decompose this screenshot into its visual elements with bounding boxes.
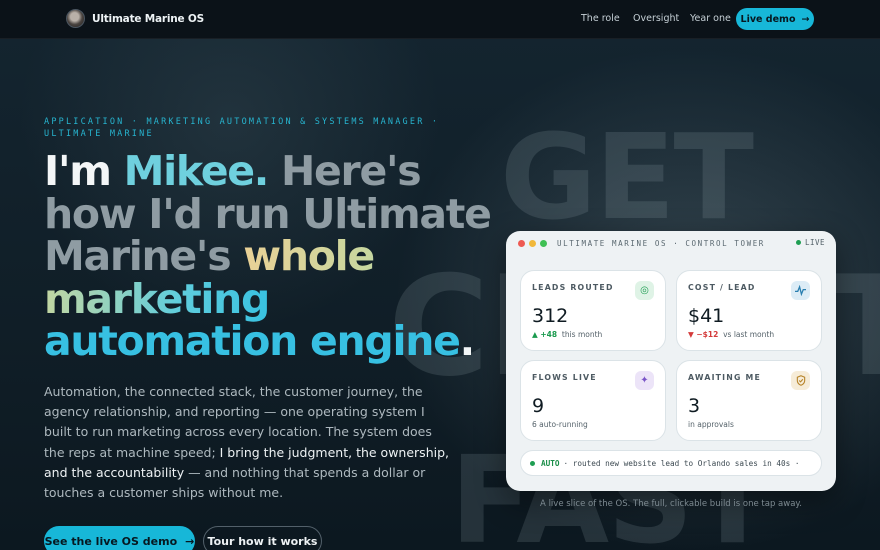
metric-flows-live[interactable]: FLOWS LIVE ✦ 9 6 auto-running	[520, 360, 666, 441]
headline-gradient-2: automation engine	[44, 317, 461, 365]
tour-how-it-works-label: Tour how it works	[207, 534, 318, 548]
top-nav: Ultimate Marine OS The role Oversight Ye…	[0, 0, 880, 39]
control-tower-card: ULTIMATE MARINE OS · CONTROL TOWER LIVE …	[506, 231, 836, 491]
metric-sub: ▲ +48 this month	[532, 330, 602, 339]
pulse-icon	[791, 281, 810, 300]
metric-label: AWAITING ME	[688, 373, 762, 382]
card-title: ULTIMATE MARINE OS · CONTROL TOWER	[557, 239, 765, 248]
ticker-text: · routed new website lead to Orlando sal…	[563, 458, 800, 468]
see-live-demo-label: See the live OS demo	[44, 534, 178, 548]
close-dot-icon	[518, 240, 525, 247]
live-indicator: LIVE	[795, 238, 825, 247]
live-dot-icon	[795, 240, 801, 245]
metric-sub: ▼ −$12 vs last month	[688, 330, 774, 339]
metric-note: vs last month	[723, 330, 775, 339]
sparkle-icon: ✦	[635, 371, 654, 390]
metric-label: COST / LEAD	[688, 283, 756, 292]
nav-link-the-role[interactable]: The role	[581, 13, 620, 24]
metric-label: FLOWS LIVE	[532, 373, 597, 382]
hero-headline: I'm Mikee. Here's how I'd run Ultimate M…	[44, 150, 504, 363]
nav-link-oversight[interactable]: Oversight	[633, 13, 679, 24]
live-demo-button[interactable]: Live demo →	[736, 8, 814, 30]
metric-value: $41	[688, 305, 725, 327]
avatar	[66, 9, 85, 28]
metric-leads-routed[interactable]: LEADS ROUTED ◎ 312 ▲ +48 this month	[520, 270, 666, 351]
metric-cost-per-lead[interactable]: COST / LEAD $41 ▼ −$12 vs last month	[676, 270, 822, 351]
metric-value: 3	[688, 395, 701, 417]
metric-value: 9	[532, 395, 545, 417]
arrow-right-icon: →	[185, 534, 195, 548]
metric-note: this month	[561, 330, 603, 339]
hero-body: Automation, the connected stack, the cus…	[44, 382, 449, 503]
metric-delta: ▼ −$12	[688, 330, 719, 339]
arrow-right-icon: →	[801, 13, 810, 25]
headline-period: .	[459, 317, 476, 365]
metric-note: 6 auto-running	[532, 420, 588, 429]
brand-name: Ultimate Marine OS	[92, 12, 205, 25]
background-word-get: GET	[500, 108, 754, 246]
see-live-demo-button[interactable]: See the live OS demo →	[44, 526, 195, 550]
status-dot-icon	[530, 460, 535, 466]
tour-how-it-works-button[interactable]: Tour how it works	[203, 526, 322, 550]
headline-intro: I'm	[44, 147, 124, 195]
metric-note: in approvals	[688, 420, 734, 429]
live-demo-label: Live demo	[740, 13, 796, 25]
metric-delta: ▲ +48	[532, 330, 558, 339]
nav-link-year-one[interactable]: Year one	[690, 13, 731, 24]
metric-label: LEADS ROUTED	[532, 283, 614, 292]
card-caption: A live slice of the OS. The full, clicka…	[540, 499, 802, 509]
shield-icon	[791, 371, 810, 390]
eyebrow: APPLICATION · MARKETING AUTOMATION & SYS…	[44, 117, 440, 139]
card-titlebar: ULTIMATE MARINE OS · CONTROL TOWER LIVE	[506, 231, 836, 255]
ticker-tag: AUTO	[541, 458, 560, 468]
metric-value: 312	[532, 305, 569, 327]
brand[interactable]: Ultimate Marine OS	[66, 9, 204, 28]
minimize-dot-icon	[529, 240, 536, 247]
target-icon: ◎	[635, 281, 654, 300]
maximize-dot-icon	[540, 240, 547, 247]
metric-awaiting-me[interactable]: AWAITING ME 3 in approvals	[676, 360, 822, 441]
activity-ticker: AUTO · routed new website lead to Orland…	[520, 450, 822, 476]
headline-name: Mikee.	[123, 147, 270, 195]
live-label: LIVE	[804, 238, 825, 247]
